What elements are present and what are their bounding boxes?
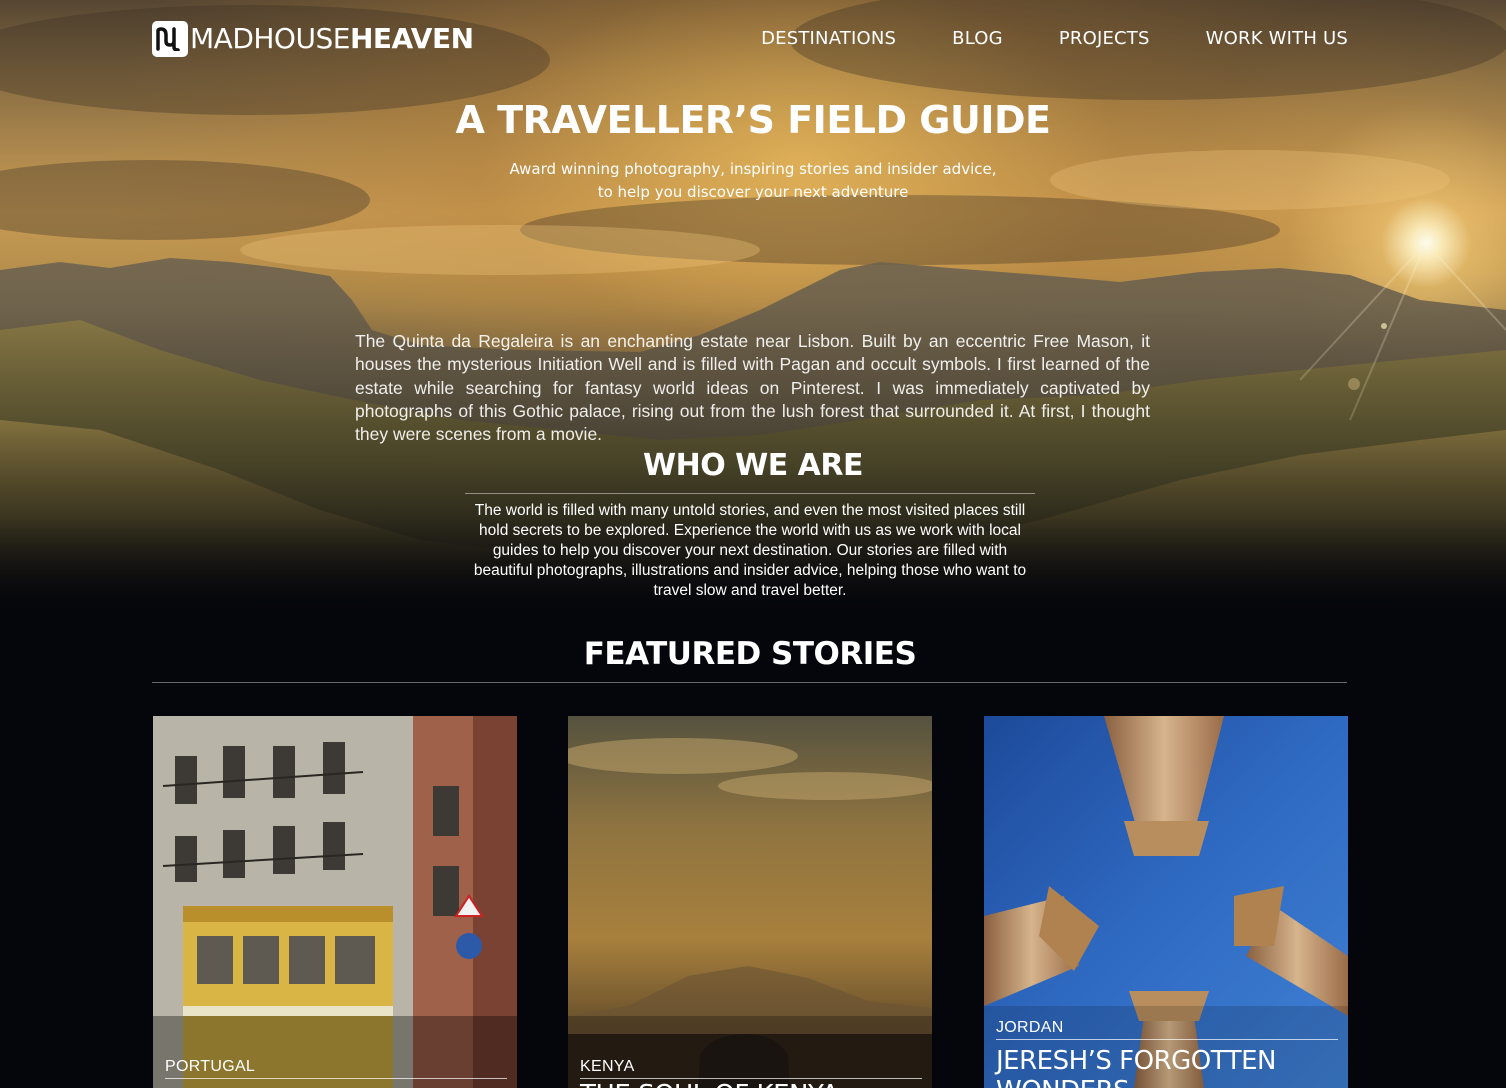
- nav-destinations-link[interactable]: DESTINATIONS: [761, 28, 896, 49]
- nav-work-with-us-link[interactable]: WORK WITH US: [1206, 28, 1348, 49]
- card-title-kenya[interactable]: THE SOUL OF KENYA: [580, 1080, 922, 1088]
- who-we-are-heading: WHO WE ARE: [643, 448, 864, 483]
- card-title-jordan-line-1: JERESH’S FORGOTTEN: [996, 1046, 1276, 1076]
- card-title-jordan[interactable]: JERESH’S FORGOTTEN WONDERS: [996, 1046, 1338, 1088]
- logo-mark-icon: [152, 21, 188, 57]
- site-logo[interactable]: MADHOUSEHEAVEN: [152, 20, 474, 58]
- hero-subtitle-line-2: to help you discover your next adventure: [597, 183, 909, 201]
- hero-subtitle-line-1: Award winning photography, inspiring sto…: [509, 160, 997, 178]
- story-card-kenya[interactable]: KENYA THE SOUL OF KENYA: [568, 716, 932, 1088]
- featured-stories-heading: FEATURED STORIES: [583, 636, 917, 672]
- card-title-jordan-line-2: WONDERS: [996, 1076, 1338, 1088]
- main-navigation: DESTINATIONS BLOG PROJECTS WORK WITH US: [761, 28, 1348, 49]
- kenya-savanna-photo: [568, 716, 932, 1088]
- featured-stories-divider: [152, 682, 1347, 683]
- story-card-portugal[interactable]: PORTUGAL: [153, 716, 517, 1088]
- lisbon-tram-photo: [153, 716, 517, 1088]
- card-location-portugal: PORTUGAL: [165, 1058, 507, 1079]
- card-location-kenya: KENYA: [580, 1058, 922, 1079]
- hero-subtitle: Award winning photography, inspiring sto…: [453, 158, 1053, 204]
- nav-blog-link[interactable]: BLOG: [952, 28, 1003, 49]
- who-we-are-body: The world is filled with many untold sto…: [473, 502, 1027, 599]
- hero-title: A TRAVELLER’S FIELD GUIDE: [455, 98, 1051, 142]
- card-location-jordan: JORDAN: [996, 1019, 1338, 1040]
- story-card-jordan[interactable]: JORDAN JERESH’S FORGOTTEN WONDERS: [984, 716, 1348, 1088]
- intro-paragraph: The Quinta da Regaleira is an enchanting…: [355, 331, 1150, 445]
- who-we-are-divider: [465, 493, 1035, 494]
- nav-projects-link[interactable]: PROJECTS: [1059, 28, 1150, 49]
- logo-wordmark: MADHOUSEHEAVEN: [190, 22, 474, 55]
